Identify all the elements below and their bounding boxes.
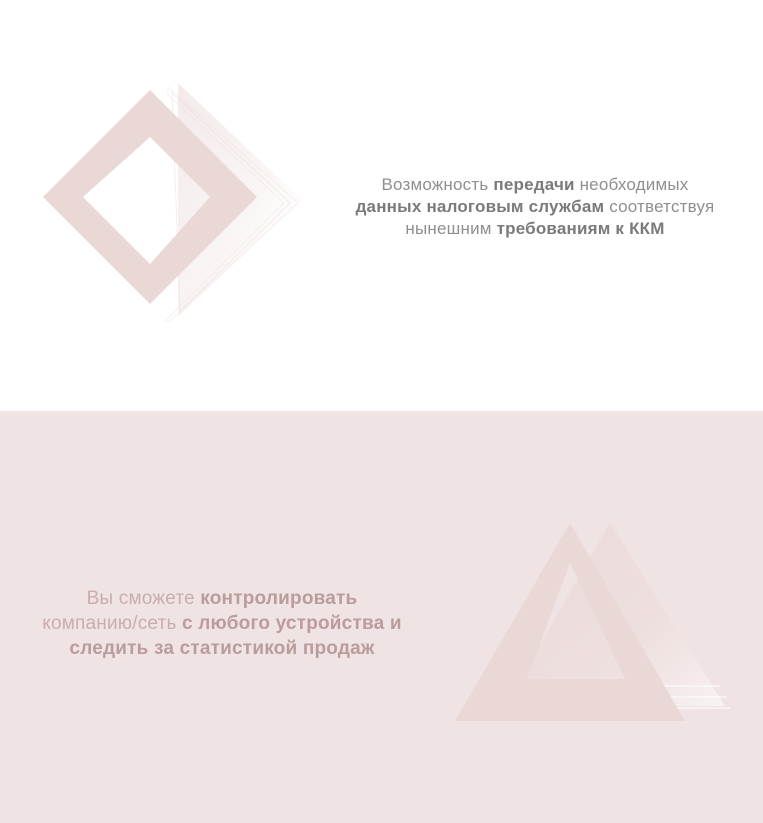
text-line: следить за статистикой продаж xyxy=(0,636,444,661)
text-line: данных налоговым службам соответствуя xyxy=(325,196,745,218)
regular-text: нынешним xyxy=(405,219,497,238)
regular-text: Возможность xyxy=(381,175,494,194)
emphasized-text: контролировать xyxy=(200,588,358,609)
regular-text: компанию/сеть xyxy=(42,613,183,634)
diamond-frame-icon xyxy=(43,83,302,322)
emphasized-text: передачи xyxy=(493,175,575,194)
regular-text: Вы сможете xyxy=(86,588,201,609)
top-feature-text: Возможность передачи необходимых данных н… xyxy=(325,174,745,240)
triangle-frame-icon xyxy=(455,523,731,721)
text-line: Вы сможете контролировать xyxy=(0,586,444,611)
emphasized-text: следить за статистикой продаж xyxy=(69,638,375,659)
top-section: Возможность передачи необходимых данных н… xyxy=(0,0,763,411)
text-line: компанию/сеть с любого устройства и xyxy=(0,611,444,636)
regular-text: соответствуя xyxy=(604,197,715,216)
emphasized-text: с любого устройства и xyxy=(182,613,402,634)
text-line: нынешним требованиям к ККМ xyxy=(325,218,745,240)
text-line: Возможность передачи необходимых xyxy=(325,174,745,196)
emphasized-text: требованиям к ККМ xyxy=(496,219,665,238)
bottom-feature-text: Вы сможете контролировать компанию/сеть с… xyxy=(0,586,444,661)
emphasized-text: данных налоговым службам xyxy=(355,197,605,216)
regular-text: необходимых xyxy=(574,175,689,194)
bottom-section: Вы сможете контролировать компанию/сеть с… xyxy=(0,411,763,823)
